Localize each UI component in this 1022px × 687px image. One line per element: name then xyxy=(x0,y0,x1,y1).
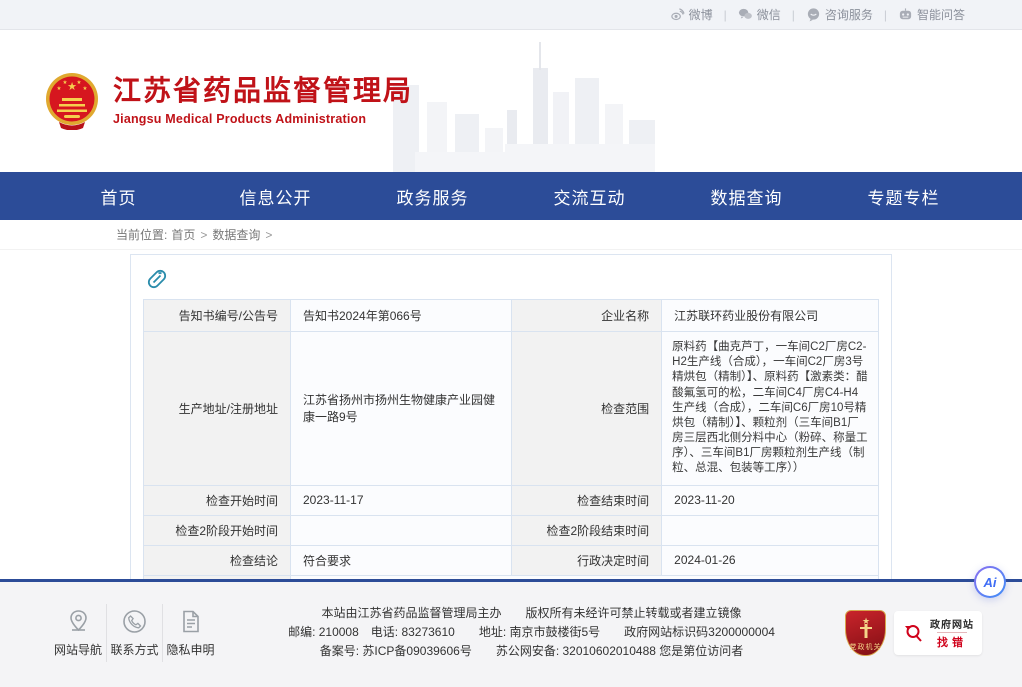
site-subtitle: Jiangsu Medical Products Administration xyxy=(113,112,413,126)
footer: Ai 网站导航 联系方式 xyxy=(0,579,1022,687)
city-skyline-decoration xyxy=(385,40,665,172)
pill-icon xyxy=(145,267,169,291)
footer-line-host: 本站由江苏省药品监督管理局主办 版权所有未经许可禁止转载或者建立镜像 xyxy=(218,604,845,623)
footer-quick-links: 网站导航 联系方式 隐私申明 xyxy=(50,604,218,662)
smart-qa-link[interactable]: 智能问答 xyxy=(898,6,965,23)
field-label-phase2-start: 检查2阶段开始时间 xyxy=(144,515,291,545)
national-emblem-icon: ★ ★ ★ ★ ★ xyxy=(45,72,99,130)
site-title: 江苏省药品监督管理局 xyxy=(113,76,413,107)
breadcrumb-data-query-link[interactable]: 数据查询 xyxy=(212,226,260,243)
party-gov-emblem-icon: ★ xyxy=(856,615,876,641)
inspection-record-table: 告知书编号/公告号 告知书2024年第066号 企业名称 江苏联环药业股份有限公… xyxy=(143,299,879,606)
privacy-statement-link[interactable]: 隐私申明 xyxy=(162,604,218,662)
robot-icon xyxy=(898,7,913,22)
field-label-inspection-scope: 检查范围 xyxy=(511,332,662,486)
field-value-phase2-start xyxy=(291,515,512,545)
topbar: 微博 | 微信 | 咨询服务 | 智能问答 xyxy=(0,0,1022,30)
nav-item-gov-services[interactable]: 政务服务 xyxy=(354,184,511,209)
field-label-notice-number: 告知书编号/公告号 xyxy=(144,300,291,332)
footer-badges: ★ 党政机关 政府网站 找错 xyxy=(845,610,982,656)
nav-item-data-query[interactable]: 数据查询 xyxy=(668,184,825,209)
field-label-phase2-end: 检查2阶段结束时间 xyxy=(511,515,662,545)
footer-copyright: 本站由江苏省药品监督管理局主办 版权所有未经许可禁止转载或者建立镜像 邮编: 2… xyxy=(218,604,845,661)
chat-bubble-icon xyxy=(806,7,821,22)
contact-link[interactable]: 联系方式 xyxy=(106,604,162,662)
main-content: 告知书编号/公告号 告知书2024年第066号 企业名称 江苏联环药业股份有限公… xyxy=(0,254,1022,579)
table-row: 检查结论 符合要求 行政决定时间 2024-01-26 xyxy=(144,545,879,575)
weibo-icon xyxy=(670,7,685,22)
field-label-end-date: 检查结束时间 xyxy=(511,485,662,515)
divider: | xyxy=(884,8,887,22)
svg-text:★: ★ xyxy=(63,80,68,86)
field-label-decision-date: 行政决定时间 xyxy=(511,545,662,575)
svg-text:★: ★ xyxy=(83,86,88,92)
field-value-start-date: 2023-11-17 xyxy=(291,485,512,515)
party-gov-badge[interactable]: ★ 党政机关 xyxy=(845,610,886,656)
breadcrumb-arrow: > xyxy=(200,228,207,242)
field-value-conclusion: 符合要求 xyxy=(291,545,512,575)
footer-line-icp: 备案号: 苏ICP备09039606号 苏公网安备: 3201060201048… xyxy=(218,642,845,661)
field-value-company-name: 江苏联环药业股份有限公司 xyxy=(662,300,879,332)
site-map-link[interactable]: 网站导航 xyxy=(50,604,106,662)
inspection-record-box: 告知书编号/公告号 告知书2024年第066号 企业名称 江苏联环药业股份有限公… xyxy=(130,254,892,621)
nav-item-special-topics[interactable]: 专题专栏 xyxy=(825,184,982,209)
table-row: 告知书编号/公告号 告知书2024年第066号 企业名称 江苏联环药业股份有限公… xyxy=(144,300,879,332)
consult-service-link[interactable]: 咨询服务 xyxy=(806,6,873,23)
site-header: ★ ★ ★ ★ ★ 江苏省药品监督管理局 Jiangsu Medical Pro… xyxy=(0,30,1022,172)
topbar-links: 微博 | 微信 | 咨询服务 | 智能问答 xyxy=(670,6,965,23)
table-row: 检查开始时间 2023-11-17 检查结束时间 2023-11-20 xyxy=(144,485,879,515)
wechat-icon xyxy=(738,7,753,22)
weibo-link[interactable]: 微博 xyxy=(670,6,713,23)
svg-text:★: ★ xyxy=(57,86,62,92)
phone-icon xyxy=(121,608,148,635)
nav-item-info-disclosure[interactable]: 信息公开 xyxy=(197,184,354,209)
nav-item-home[interactable]: 首页 xyxy=(40,184,197,209)
nav-item-interaction[interactable]: 交流互动 xyxy=(511,184,668,209)
footer-line-contact: 邮编: 210008 电话: 83273610 地址: 南京市鼓楼街5号 政府网… xyxy=(218,623,845,642)
location-pin-icon xyxy=(65,608,92,635)
breadcrumb-arrow: > xyxy=(265,228,272,242)
field-label-address: 生产地址/注册地址 xyxy=(144,332,291,486)
ai-assistant-button[interactable]: Ai xyxy=(974,566,1006,598)
breadcrumb-prefix: 当前位置: xyxy=(116,226,167,243)
breadcrumb: 当前位置: 首页 > 数据查询 > xyxy=(0,220,1022,250)
site-logo: ★ ★ ★ ★ ★ 江苏省药品监督管理局 Jiangsu Medical Pro… xyxy=(45,72,413,130)
field-label-conclusion: 检查结论 xyxy=(144,545,291,575)
main-nav: 首页 信息公开 政务服务 交流互动 数据查询 专题专栏 xyxy=(0,172,1022,220)
field-value-notice-number: 告知书2024年第066号 xyxy=(291,300,512,332)
field-label-start-date: 检查开始时间 xyxy=(144,485,291,515)
magnifier-icon xyxy=(902,622,924,644)
field-value-phase2-end xyxy=(662,515,879,545)
gov-site-error-report-badge[interactable]: 政府网站 找错 xyxy=(894,611,982,655)
table-row: 检查2阶段开始时间 检查2阶段结束时间 xyxy=(144,515,879,545)
field-value-address: 江苏省扬州市扬州生物健康产业园健康一路9号 xyxy=(291,332,512,486)
field-value-decision-date: 2024-01-26 xyxy=(662,545,879,575)
divider: | xyxy=(792,8,795,22)
field-label-company-name: 企业名称 xyxy=(511,300,662,332)
wechat-link[interactable]: 微信 xyxy=(738,6,781,23)
field-value-end-date: 2023-11-20 xyxy=(662,485,879,515)
table-row: 生产地址/注册地址 江苏省扬州市扬州生物健康产业园健康一路9号 检查范围 原料药… xyxy=(144,332,879,486)
svg-text:★: ★ xyxy=(77,80,82,86)
breadcrumb-home-link[interactable]: 首页 xyxy=(171,226,195,243)
privacy-doc-icon xyxy=(177,608,204,635)
divider: | xyxy=(724,8,727,22)
field-value-inspection-scope: 原料药【曲克芦丁，一车间C2厂房C2-H2生产线（合成），一车间C2厂房3号精烘… xyxy=(662,332,879,486)
